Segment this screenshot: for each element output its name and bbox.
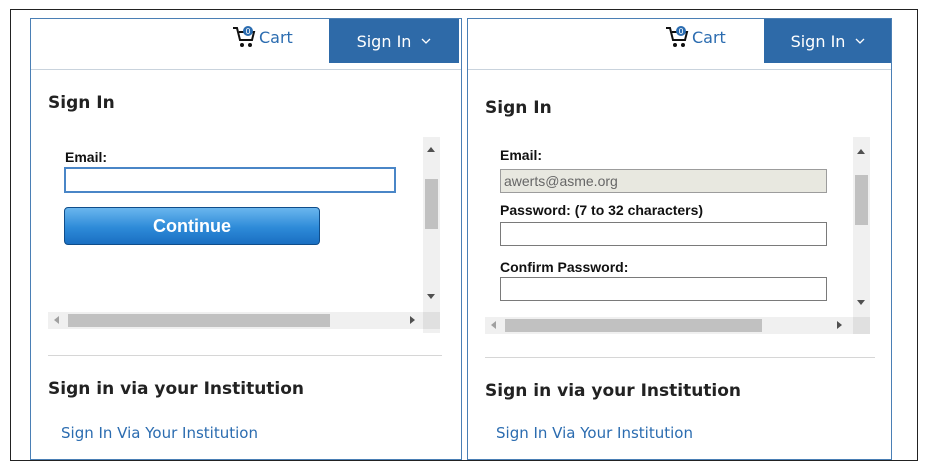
divider (485, 357, 875, 358)
cart-count: 0 (245, 27, 250, 36)
scroll-left-arrow[interactable] (491, 321, 496, 329)
signin-heading: Sign In (48, 93, 115, 113)
signin-panel-right: 0 Cart Sign In Sign In Email: Password: … (467, 18, 892, 460)
signin-dropdown-button[interactable]: Sign In (764, 19, 891, 63)
signin-button-label: Sign In (790, 31, 846, 51)
signin-dropdown-button[interactable]: Sign In (329, 19, 459, 63)
scroll-left-arrow[interactable] (54, 316, 59, 324)
chevron-down-icon (855, 38, 865, 44)
institution-heading: Sign in via your Institution (48, 379, 305, 399)
signin-heading: Sign In (485, 98, 552, 118)
institution-heading: Sign in via your Institution (485, 381, 742, 401)
cart-icon: 0 (233, 26, 256, 47)
scroll-down-arrow[interactable] (857, 300, 865, 305)
header: 0 Cart Sign In (31, 19, 461, 70)
signin-form-frame: Email: Password: (7 to 32 characters) Co… (485, 137, 875, 337)
signin-panel-left: 0 Cart Sign In Sign In Email: Continue S… (30, 18, 462, 460)
vertical-scrollbar[interactable] (423, 137, 440, 333)
scroll-corner (423, 312, 440, 329)
institution-signin-link[interactable]: Sign In Via Your Institution (496, 424, 693, 442)
cart-label: Cart (692, 27, 726, 47)
continue-button[interactable]: Continue (64, 207, 320, 245)
divider (48, 355, 442, 356)
chevron-down-icon (421, 38, 431, 44)
horizontal-scroll-thumb[interactable] (505, 319, 762, 332)
cart-link[interactable]: 0 Cart (664, 25, 726, 49)
cart-icon: 0 (666, 26, 689, 47)
confirm-password-label: Confirm Password: (500, 259, 629, 275)
cart-count: 0 (678, 27, 683, 36)
horizontal-scroll-thumb[interactable] (68, 314, 330, 327)
header: 0 Cart Sign In (468, 19, 891, 70)
email-label: Email: (65, 149, 108, 165)
scroll-up-arrow[interactable] (427, 147, 435, 152)
scroll-right-arrow[interactable] (410, 316, 415, 324)
horizontal-scrollbar[interactable] (485, 317, 853, 334)
password-field[interactable] (500, 222, 827, 246)
signin-button-label: Sign In (356, 31, 412, 51)
cart-label: Cart (259, 27, 293, 47)
continue-label: Continue (153, 215, 231, 236)
horizontal-scrollbar[interactable] (48, 312, 423, 329)
signin-form-frame: Email: Continue (48, 137, 442, 333)
email-field[interactable] (500, 169, 827, 193)
cart-link[interactable]: 0 Cart (231, 25, 293, 49)
email-label: Email: (500, 147, 543, 163)
vertical-scrollbar[interactable] (853, 137, 870, 317)
scroll-right-arrow[interactable] (837, 321, 842, 329)
scroll-up-arrow[interactable] (857, 149, 865, 154)
institution-signin-link[interactable]: Sign In Via Your Institution (61, 424, 258, 442)
vertical-scroll-thumb[interactable] (425, 179, 438, 229)
password-label: Password: (7 to 32 characters) (500, 202, 704, 218)
confirm-password-field[interactable] (500, 277, 827, 301)
vertical-scroll-thumb[interactable] (855, 175, 868, 225)
scroll-corner (853, 317, 870, 334)
scroll-down-arrow[interactable] (427, 294, 435, 299)
email-field[interactable] (64, 167, 396, 193)
